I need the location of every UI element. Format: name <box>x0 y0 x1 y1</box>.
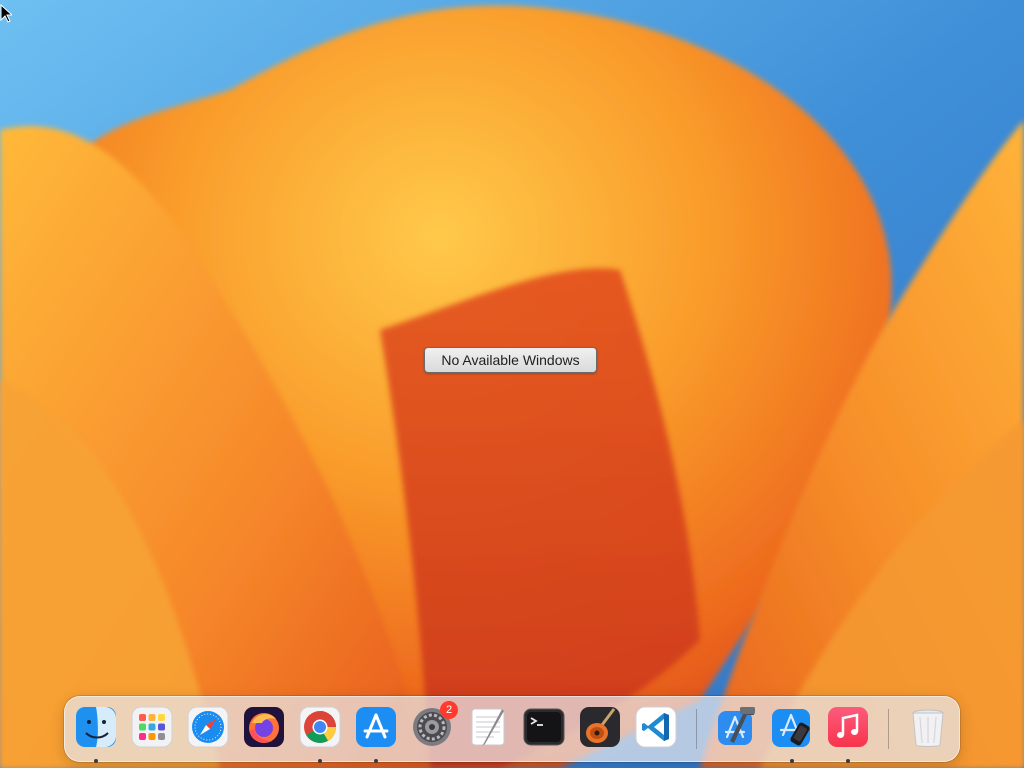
app-store-icon <box>356 707 396 747</box>
notification-badge: 2 <box>440 701 458 719</box>
guitar-icon <box>580 707 620 747</box>
safari-icon <box>187 706 229 748</box>
dock-item-trash[interactable] <box>906 705 950 749</box>
dock-item-system-settings[interactable]: 2 <box>410 701 458 749</box>
trash-icon <box>912 709 944 747</box>
no-available-windows-label: No Available Windows <box>424 347 597 373</box>
dock-separator <box>696 709 697 749</box>
dock-item-vscode[interactable] <box>634 705 678 749</box>
textedit-icon <box>471 708 505 746</box>
dock-item-app-store[interactable] <box>354 705 398 763</box>
dock-item-finder[interactable] <box>74 705 118 763</box>
dock-item-firefox[interactable] <box>242 705 286 749</box>
dock-item-garageband[interactable] <box>578 705 622 749</box>
wallpaper <box>0 0 1024 768</box>
music-note-icon <box>828 707 868 747</box>
dock-item-chrome[interactable] <box>298 705 342 763</box>
mouse-pointer-icon <box>0 4 12 23</box>
dock-item-music[interactable] <box>826 705 870 763</box>
hammer-icon <box>718 707 755 745</box>
dock-item-simulator[interactable] <box>770 705 814 763</box>
simulator-icon <box>772 709 810 747</box>
running-indicator <box>318 759 322 763</box>
dock-item-textedit[interactable] <box>466 705 510 749</box>
vscode-icon <box>635 706 677 748</box>
dock-item-xcode[interactable] <box>714 705 758 749</box>
running-indicator <box>846 759 850 763</box>
running-indicator <box>790 759 794 763</box>
dock: 2 <box>64 696 960 763</box>
dock-item-terminal[interactable] <box>522 705 566 749</box>
launchpad-icon <box>131 706 173 748</box>
dock-item-launchpad[interactable] <box>130 705 174 749</box>
dock-separator <box>888 709 889 749</box>
running-indicator <box>374 759 378 763</box>
dock-item-safari[interactable] <box>186 705 230 749</box>
desktop[interactable]: No Available Windows 2 <box>0 0 1024 768</box>
firefox-icon <box>244 707 284 747</box>
terminal-icon <box>523 708 565 746</box>
running-indicator <box>94 759 98 763</box>
finder-icon <box>76 707 116 747</box>
chrome-icon <box>299 706 341 748</box>
